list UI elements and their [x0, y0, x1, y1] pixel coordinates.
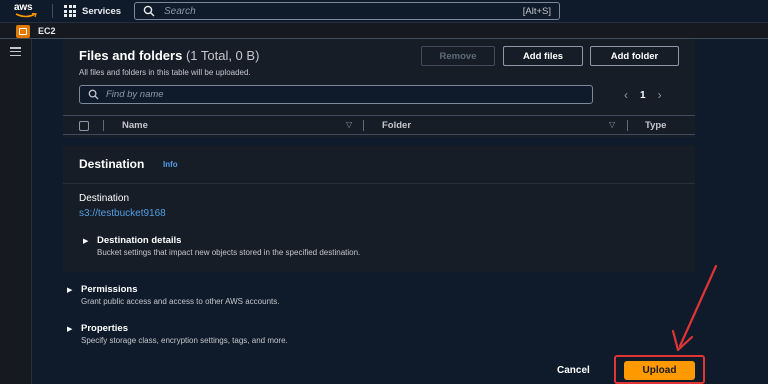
column-separator: [627, 120, 628, 131]
destination-details-toggle[interactable]: Destination details: [97, 235, 181, 246]
properties-description: Specify storage class, encryption settin…: [81, 336, 288, 345]
service-favorites-bar: EC2: [0, 22, 768, 39]
add-folder-button[interactable]: Add folder: [590, 46, 679, 66]
files-table-header: Name ▽ Folder ▽ Type: [63, 115, 695, 135]
topbar-divider: [52, 4, 53, 18]
side-navigation: [0, 39, 32, 384]
search-icon: [143, 5, 155, 17]
global-search-input[interactable]: Search [Alt+S]: [134, 2, 560, 20]
sort-caret-icon[interactable]: ▽: [346, 120, 352, 129]
expand-caret-icon[interactable]: ▶: [67, 286, 72, 294]
find-by-name-input[interactable]: Find by name: [79, 85, 593, 104]
services-label: Services: [82, 5, 122, 17]
chevron-right-icon[interactable]: ›: [658, 88, 662, 102]
destination-header: Destination Info: [63, 146, 695, 184]
column-header-folder[interactable]: Folder: [382, 120, 411, 131]
search-icon: [88, 89, 99, 100]
upload-button[interactable]: Upload: [624, 361, 695, 380]
aws-logo[interactable]: aws: [14, 3, 40, 19]
top-navigation-bar: aws Services Search [Alt+S]: [0, 0, 768, 22]
column-header-type[interactable]: Type: [645, 120, 666, 131]
cancel-button[interactable]: Cancel: [557, 365, 590, 376]
search-shortcut-hint: [Alt+S]: [522, 6, 551, 17]
properties-toggle[interactable]: Properties: [81, 323, 128, 334]
destination-details-description: Bucket settings that impact new objects …: [97, 248, 361, 257]
sort-caret-icon[interactable]: ▽: [609, 120, 615, 129]
add-files-button[interactable]: Add files: [503, 46, 583, 66]
destination-label: Destination: [79, 193, 130, 204]
menu-hamburger-icon[interactable]: [10, 47, 21, 56]
column-separator: [363, 120, 364, 131]
files-description: All files and folders in this table will…: [79, 68, 251, 77]
destination-bucket-link[interactable]: s3://testbucket9168: [79, 208, 166, 219]
services-grid-icon: [64, 5, 76, 17]
pagination: ‹ 1 ›: [624, 88, 662, 102]
destination-info-link[interactable]: Info: [163, 160, 178, 169]
files-and-folders-panel: Files and folders (1 Total, 0 B) All fil…: [63, 39, 695, 137]
aws-logo-text: aws: [14, 2, 33, 13]
ec2-service-link[interactable]: EC2: [38, 26, 56, 36]
column-header-name[interactable]: Name: [122, 120, 148, 131]
expand-caret-icon[interactable]: ▶: [83, 237, 88, 245]
chevron-left-icon[interactable]: ‹: [624, 88, 628, 102]
destination-panel: Destination Info Destination s3://testbu…: [63, 146, 695, 272]
destination-title: Destination: [79, 157, 145, 171]
search-placeholder: Search: [164, 5, 196, 17]
files-panel-title: Files and folders (1 Total, 0 B): [79, 48, 260, 63]
ec2-service-icon[interactable]: [16, 25, 30, 38]
services-menu-button[interactable]: Services: [64, 4, 121, 18]
page-number[interactable]: 1: [640, 90, 646, 101]
find-placeholder: Find by name: [106, 89, 164, 100]
column-separator: [103, 120, 104, 131]
permissions-toggle[interactable]: Permissions: [81, 284, 138, 295]
expand-caret-icon[interactable]: ▶: [67, 325, 72, 333]
files-count: (1 Total, 0 B): [185, 48, 260, 63]
select-all-checkbox[interactable]: [79, 121, 89, 131]
remove-button[interactable]: Remove: [421, 46, 495, 66]
permissions-description: Grant public access and access to other …: [81, 297, 280, 306]
main-content: Files and folders (1 Total, 0 B) All fil…: [33, 39, 768, 384]
aws-smile-icon: [15, 13, 37, 18]
